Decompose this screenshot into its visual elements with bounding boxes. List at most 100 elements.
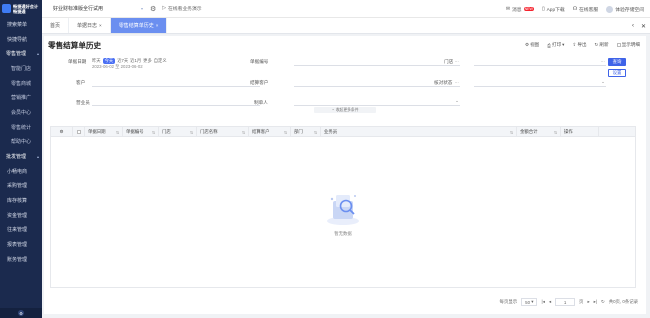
sidebar-item[interactable]: 零售管理 ▴ [0, 46, 42, 61]
main-panel: 零售结算单历史 ⚙ 视图 ⎙ 打印 ▾ ⇪ 导出 ↻ 刷新 显示明细 单据日期 昨天 今天近… [44, 36, 646, 314]
next-page-icon[interactable]: ▸ [587, 299, 589, 305]
sidebar-item[interactable]: 零售商城 [0, 76, 42, 91]
per-page-label: 每页显示 [499, 299, 518, 304]
print-button[interactable]: ⎙ 打印 ▾ [547, 42, 564, 48]
sidebar-item[interactable]: 会员中心 [0, 105, 42, 120]
online-service-button[interactable]: ☊ 在线客服 [573, 6, 598, 13]
reset-button[interactable]: 设置 [608, 69, 626, 77]
collapse-arrow-icon[interactable]: ‹ [632, 23, 634, 29]
sidebar-item[interactable]: 智能门店 [0, 61, 42, 76]
select-all-checkbox[interactable] [76, 130, 81, 134]
store-input[interactable]: … [474, 57, 606, 66]
sort-icon[interactable]: ⇅ [152, 130, 155, 135]
sort-icon[interactable]: ⇅ [554, 130, 557, 135]
sort-icon[interactable]: ⇅ [190, 130, 193, 135]
sidebar-item[interactable]: 帮助中心 [0, 135, 42, 150]
column-header[interactable]: 业务员 ⇅ [321, 127, 517, 137]
sidebar-item[interactable]: 资金管理 [0, 208, 42, 223]
close-all-tabs-icon[interactable]: ✕ [641, 23, 646, 30]
view-label: 视图 [530, 42, 540, 47]
message-button[interactable]: ✉ 消息 NEW [506, 6, 534, 13]
column-header[interactable]: 结算客户 ⇅ [249, 127, 291, 137]
customer-input[interactable]: … [92, 78, 260, 87]
filter-form: 单据日期 昨天 今天 近7天 近1月 更多 自定义 2023-06-02 至 2023-0… [44, 56, 646, 113]
refresh-button[interactable]: ↻ 刷新 [595, 42, 609, 48]
settings-icon[interactable]: ⚙ [60, 129, 64, 135]
sidebar-item[interactable]: 库存核算 [0, 193, 42, 208]
new-badge: NEW [523, 7, 534, 11]
sidebar-item[interactable]: 往来管理 [0, 223, 42, 238]
sidebar-item[interactable]: 报表管理 [0, 237, 42, 252]
tab-controls: ‹ ✕ [632, 18, 646, 34]
tab-label: 单据日志 [77, 23, 98, 29]
close-icon[interactable]: × [99, 23, 102, 28]
column-header-label: 部门 [294, 129, 303, 134]
sidebar-item[interactable]: 小畅电商 [0, 164, 42, 179]
doc-no-input[interactable]: … [294, 57, 460, 66]
column-header-label: 门店 [162, 129, 171, 134]
column-header[interactable]: 单据日期 ⇅ [85, 127, 123, 137]
pagination: 每页显示 50 ▾ |◂ ◂ 1 页 ▸ ▸| ↻ 共0页, 0条记录 [500, 298, 638, 306]
sort-icon[interactable]: ⇅ [116, 130, 119, 135]
page-title: 零售结算单历史 [48, 41, 102, 50]
prev-page-icon[interactable]: ◂ [549, 299, 551, 305]
column-header-label: 门店名称 [200, 129, 218, 134]
sort-icon[interactable]: ⇅ [284, 130, 287, 135]
creator-select[interactable]: ⌄ [294, 97, 460, 106]
first-page-icon[interactable]: |◂ [541, 299, 544, 305]
column-header[interactable]: 单据编号 ⇅ [123, 127, 159, 137]
sort-icon[interactable]: ⇅ [510, 130, 513, 135]
sidebar-item[interactable]: 零售统计 [0, 120, 42, 135]
brand: 畅捷通好会计 畅捷通 [0, 0, 42, 17]
status-label: 核对状态 [434, 80, 453, 85]
show-detail-checkbox[interactable] [616, 43, 621, 47]
page-input[interactable]: 1 [555, 298, 576, 306]
collapse-filters-toggle[interactable]: ⌃ 收起更多条件 [314, 107, 376, 113]
column-header[interactable]: 金额合计 ⇅ [517, 127, 561, 137]
column-header[interactable]: 部门 ⇅ [291, 127, 321, 137]
last-page-icon[interactable]: ▸| [594, 299, 597, 305]
column-header[interactable]: 门店 ⇅ [159, 127, 197, 137]
per-page-select[interactable]: 50 ▾ [521, 298, 538, 306]
gear-icon[interactable]: ⚙ [150, 5, 156, 13]
tab[interactable]: 单据日志 × [69, 18, 111, 33]
date-range[interactable]: 2023-06-02 至 2023-06-02 [92, 64, 143, 70]
app-download-button[interactable]: ▯ App下载 [542, 6, 565, 13]
brand-line-2: 畅捷通 [13, 8, 26, 14]
sidebar-item-label: 帮助中心 [11, 139, 32, 146]
settings-icon[interactable]: ⚙ [18, 310, 24, 316]
sort-icon[interactable]: ⇅ [242, 130, 245, 135]
date-tag[interactable]: 更多 [143, 58, 152, 64]
chevron-down-icon: ▾ [531, 299, 534, 304]
sidebar-item[interactable]: 账务管理 [0, 252, 42, 267]
close-icon[interactable]: × [156, 23, 159, 28]
date-tag[interactable]: 自定义 [154, 58, 167, 64]
column-header[interactable]: 门店名称 ⇅ [197, 127, 249, 137]
refresh-icon[interactable]: ↻ [601, 299, 605, 305]
user-menu[interactable]: 体验存储空间 [606, 5, 644, 13]
operator-input[interactable] [92, 97, 260, 106]
creator-label: 制单人 [254, 100, 268, 105]
sidebar-item[interactable]: 批发管理 ▴ [0, 149, 42, 164]
sidebar-item[interactable]: 搜索菜单 [0, 17, 42, 32]
column-header-label: 单据日期 [88, 129, 106, 134]
search-button[interactable]: 查询 [608, 58, 626, 66]
operator-label: 营业员 [76, 100, 90, 105]
view-button[interactable]: ⚙ 视图 [525, 42, 539, 48]
bell-icon: ✉ [505, 6, 510, 12]
store-select[interactable]: 好业财标准版全行试用 ▾ [50, 4, 146, 14]
empty-state: 暂无数据 [51, 137, 635, 287]
demo-link[interactable]: ▷ 在线看业务演示 [162, 5, 201, 12]
collapse-filters-label: 收起更多条件 [335, 107, 359, 112]
sidebar-item[interactable]: 营销推广 [0, 90, 42, 105]
sidebar-item[interactable]: 采购管理 [0, 179, 42, 194]
show-detail-toggle[interactable]: 显示明细 [616, 42, 640, 48]
chevron-up-icon: ▴ [36, 51, 39, 57]
column-header[interactable]: 操作 [561, 127, 599, 137]
sidebar-item[interactable]: 快捷导航 [0, 32, 42, 47]
tab[interactable]: 首页 [42, 18, 70, 33]
sort-icon[interactable]: ⇅ [314, 130, 317, 135]
export-button[interactable]: ⇪ 导出 [572, 42, 586, 48]
tab[interactable]: 零售结算单历史 × [110, 18, 168, 33]
status-select[interactable]: ⌄ [474, 78, 606, 87]
